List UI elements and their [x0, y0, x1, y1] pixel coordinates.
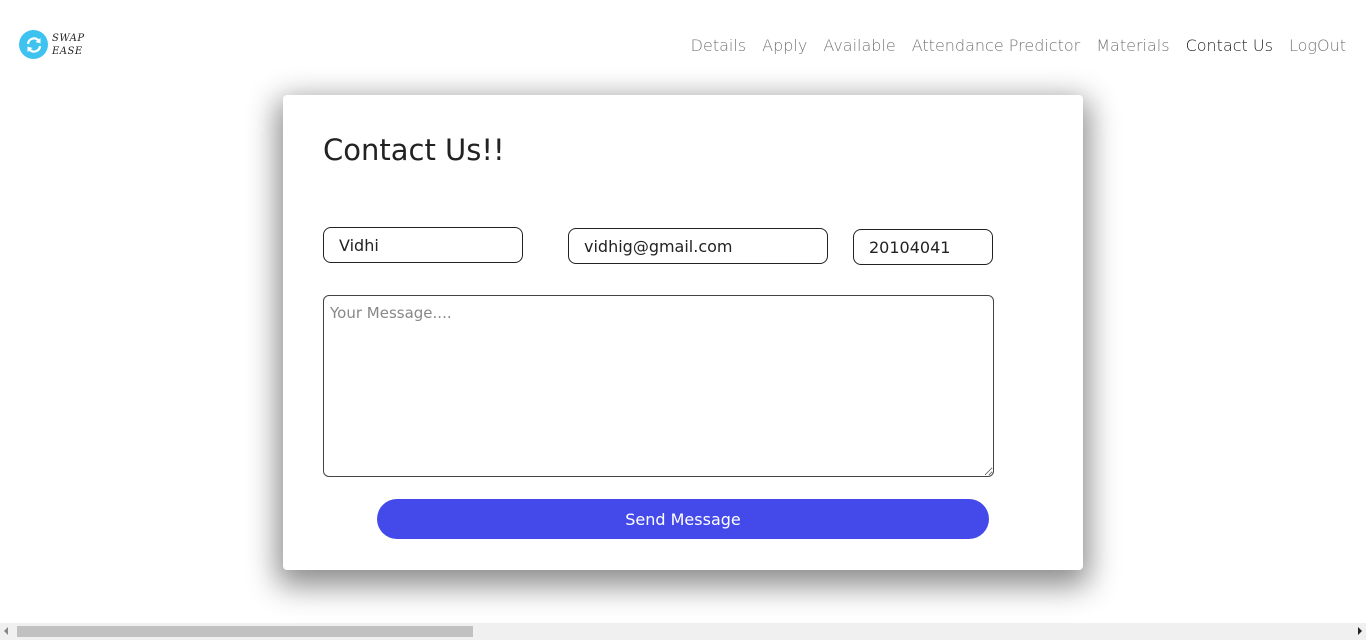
message-textarea[interactable] [323, 295, 994, 477]
nav-item-apply[interactable]: Apply [762, 36, 807, 55]
scroll-left-icon[interactable] [4, 627, 8, 635]
brand-logo[interactable]: SWAP EASE [19, 30, 85, 59]
page-title: Contact Us!! [323, 133, 505, 167]
nav-item-available[interactable]: Available [823, 36, 895, 55]
brand-line-2: EASE [52, 45, 83, 57]
nav-item-details[interactable]: Details [691, 36, 746, 55]
nav-item-attendance-predictor[interactable]: Attendance Predictor [912, 36, 1081, 55]
name-field[interactable] [323, 227, 523, 263]
nav-item-logout[interactable]: LogOut [1289, 36, 1346, 55]
brand-name: SWAP EASE [52, 32, 85, 58]
id-field[interactable] [853, 229, 993, 265]
email-field[interactable] [568, 228, 828, 264]
nav-item-materials[interactable]: Materials [1096, 36, 1169, 55]
top-nav: Details Apply Available Attendance Predi… [675, 36, 1346, 55]
scroll-right-icon[interactable] [1358, 627, 1362, 635]
send-message-button[interactable]: Send Message [377, 499, 989, 539]
contact-card: Contact Us!! Send Message [283, 95, 1083, 570]
horizontal-scrollbar[interactable] [0, 623, 1366, 640]
brand-line-1: SWAP [52, 32, 85, 44]
swap-arrows-icon [19, 30, 48, 59]
scrollbar-thumb[interactable] [17, 626, 473, 637]
nav-item-contact-us[interactable]: Contact Us [1186, 36, 1273, 55]
